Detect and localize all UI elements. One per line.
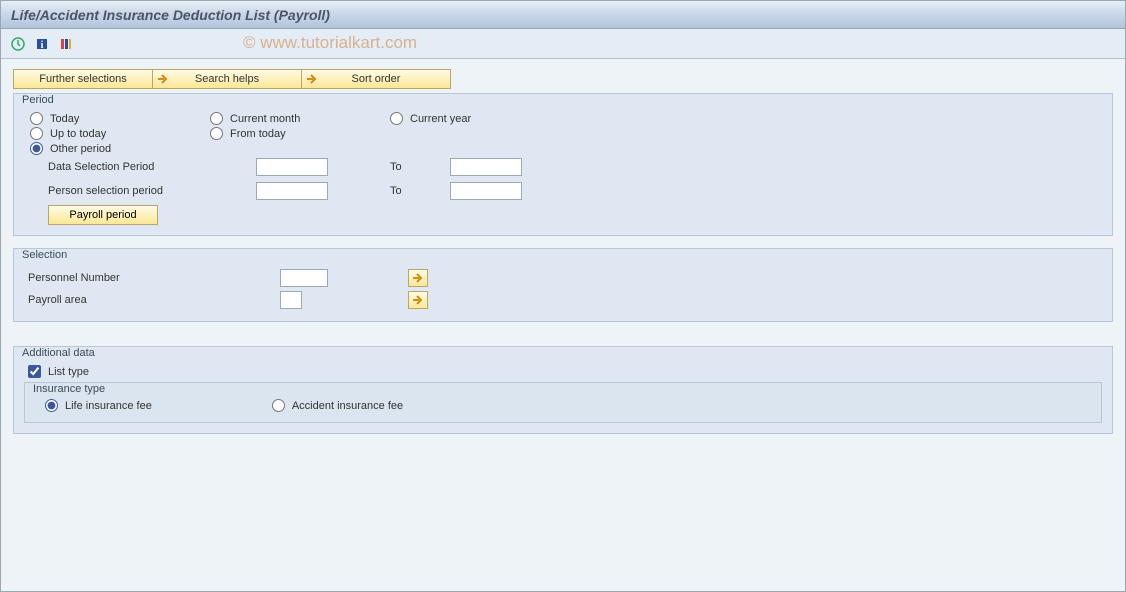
personnel-number-multi-button[interactable] [408,269,428,287]
radio-current-year-label: Current year [410,113,471,125]
sort-order-button[interactable]: Sort order [301,69,451,89]
radio-other-period[interactable]: Other period [30,142,210,155]
radio-today-input[interactable] [30,112,43,125]
radio-today-label: Today [50,113,79,125]
payroll-period-button[interactable]: Payroll period [48,205,158,225]
radio-current-month-label: Current month [230,113,300,125]
action-buttons: Further selections Search helps Sort ord… [13,69,1113,89]
radio-up-to-today-label: Up to today [50,128,106,140]
insurance-type-group: Insurance type Life insurance fee Accide… [24,382,1102,423]
person-selection-from-input[interactable] [256,182,328,200]
radio-current-month[interactable]: Current month [210,112,390,125]
radio-life-insurance-input[interactable] [45,399,58,412]
search-helps-button[interactable]: Search helps [152,69,302,89]
radio-life-insurance[interactable]: Life insurance fee [45,399,152,412]
selection-title: Selection [20,249,69,261]
arrow-right-icon [157,74,169,84]
period-title: Period [20,94,56,106]
radio-other-period-input[interactable] [30,142,43,155]
radio-from-today-label: From today [230,128,286,140]
window: Life/Accident Insurance Deduction List (… [0,0,1126,592]
radio-current-year[interactable]: Current year [390,112,570,125]
radio-life-insurance-label: Life insurance fee [65,400,152,412]
content-area: Further selections Search helps Sort ord… [1,59,1125,591]
payroll-period-label: Payroll period [69,209,136,221]
data-selection-from-input[interactable] [256,158,328,176]
radio-up-to-today[interactable]: Up to today [30,127,210,140]
radio-from-today[interactable]: From today [210,127,390,140]
list-type-checkbox-row[interactable]: List type [28,365,1102,378]
title-bar: Life/Accident Insurance Deduction List (… [1,1,1125,29]
app-toolbar: i [1,29,1125,59]
radio-accident-insurance-input[interactable] [272,399,285,412]
search-helps-label: Search helps [195,73,259,85]
data-selection-period-label: Data Selection Period [48,161,256,173]
radio-today[interactable]: Today [30,112,210,125]
person-selection-to-input[interactable] [450,182,522,200]
selection-group: Selection Personnel Number Payroll area [13,248,1113,322]
to-label-1: To [390,161,450,173]
payroll-area-label: Payroll area [24,294,280,306]
columns-icon[interactable] [57,35,75,53]
payroll-area-multi-button[interactable] [408,291,428,309]
data-selection-to-input[interactable] [450,158,522,176]
radio-accident-insurance[interactable]: Accident insurance fee [272,399,403,412]
radio-up-to-today-input[interactable] [30,127,43,140]
personnel-number-input[interactable] [280,269,328,287]
payroll-area-input[interactable] [280,291,302,309]
personnel-number-label: Personnel Number [24,272,280,284]
svg-text:i: i [41,40,44,51]
insurance-type-title: Insurance type [31,383,107,395]
list-type-checkbox[interactable] [28,365,41,378]
person-selection-period-label: Person selection period [48,185,256,197]
additional-data-title: Additional data [20,347,97,359]
to-label-2: To [390,185,450,197]
sort-order-label: Sort order [352,73,401,85]
radio-current-month-input[interactable] [210,112,223,125]
further-selections-label: Further selections [39,73,126,85]
radio-other-period-label: Other period [50,143,111,155]
arrow-right-icon [412,273,424,283]
page-title: Life/Accident Insurance Deduction List (… [11,7,330,23]
list-type-label: List type [48,366,89,378]
radio-current-year-input[interactable] [390,112,403,125]
execute-icon[interactable] [9,35,27,53]
arrow-right-icon [412,295,424,305]
additional-data-group: Additional data List type Insurance type… [13,346,1113,434]
further-selections-button[interactable]: Further selections [13,69,153,89]
arrow-right-icon [306,74,318,84]
info-icon[interactable]: i [33,35,51,53]
period-group: Period Today Current month Current year … [13,93,1113,236]
radio-from-today-input[interactable] [210,127,223,140]
radio-accident-insurance-label: Accident insurance fee [292,400,403,412]
